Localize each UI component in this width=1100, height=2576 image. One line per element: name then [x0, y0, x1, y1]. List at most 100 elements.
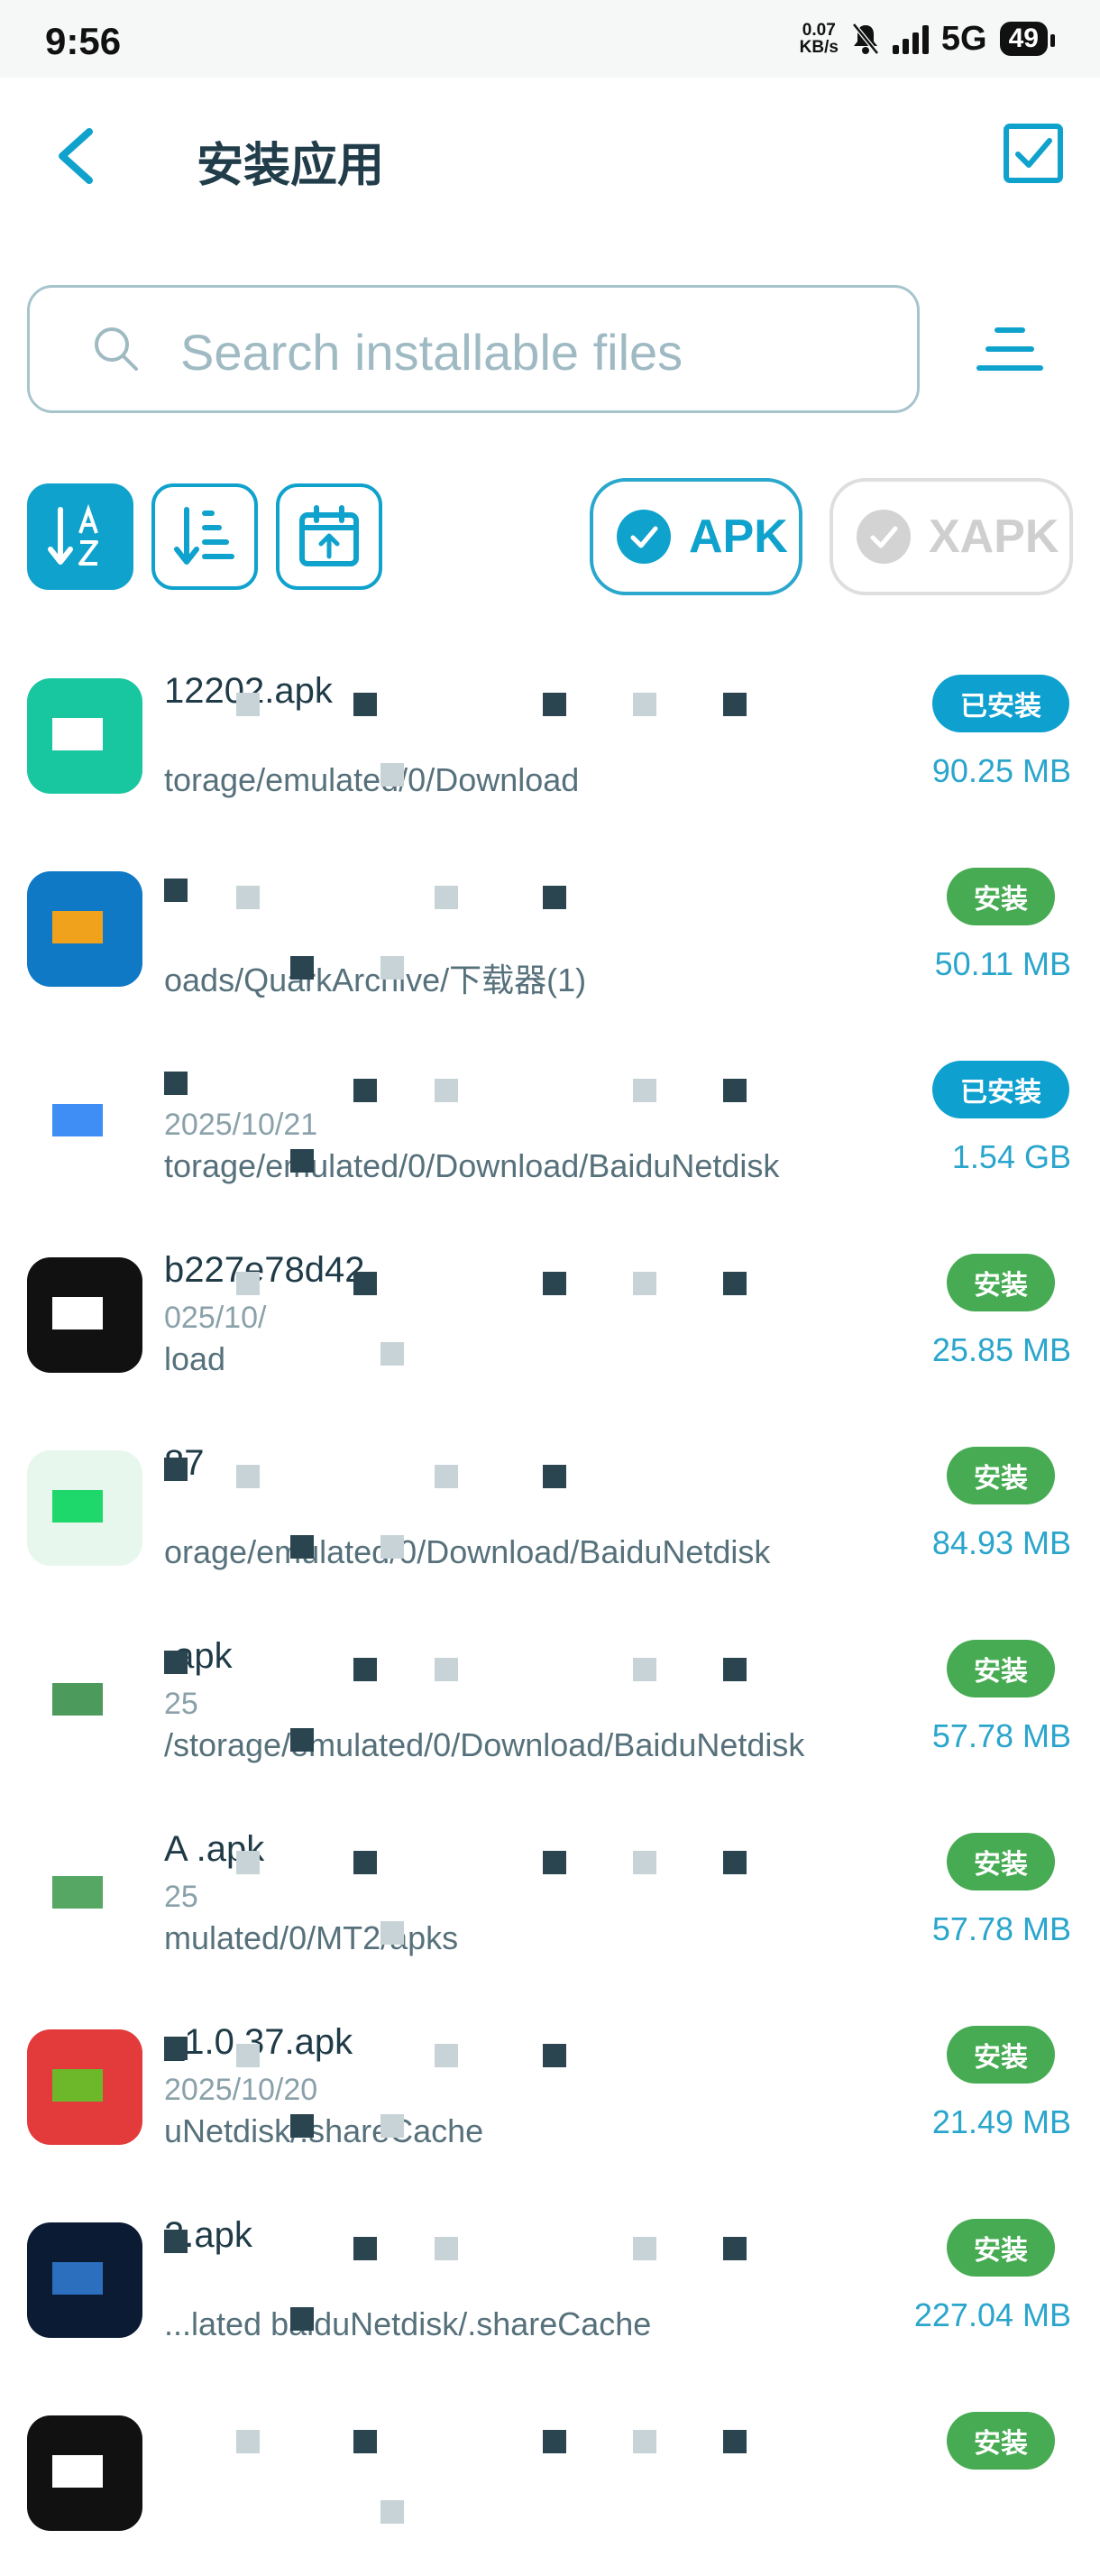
app-icon-accent [52, 1876, 103, 1909]
file-list-item[interactable]: 2025/10/21 torage/emulated/0/Download/Bai… [0, 1032, 1100, 1225]
sort-by-size-button[interactable] [151, 483, 258, 590]
sort-by-date-button[interactable] [276, 483, 382, 590]
install-button[interactable]: 安装 [947, 1254, 1055, 1311]
redaction-mosaic [290, 2307, 314, 2331]
file-path: load [164, 1340, 226, 1377]
file-name: .apk [164, 1636, 233, 1676]
redaction-mosaic [723, 1272, 747, 1295]
file-name: b227e78d42 [164, 1250, 365, 1290]
search-input[interactable] [179, 315, 885, 389]
file-path: ...lated baiduNetdisk/.shareCache [164, 2305, 652, 2342]
install-button[interactable]: 安装 [947, 1833, 1055, 1891]
redaction-mosaic [633, 1851, 656, 1874]
file-path: uNetdisk/.shareCache [164, 2112, 484, 2149]
redaction-mosaic [435, 2044, 458, 2067]
apk-filter-toggle[interactable]: APK [590, 478, 802, 595]
redaction-mosaic [435, 2237, 458, 2260]
filter-icon[interactable] [976, 317, 1044, 381]
file-list-item[interactable]: b227e78d42 025/10/load 安装 25.85 MB [0, 1225, 1100, 1418]
file-list-item[interactable]: A .apk 25 mulated/0/MT2/apks 安装 57.78 MB [0, 1804, 1100, 1997]
install-button[interactable]: 安装 [947, 868, 1055, 925]
redaction-mosaic [236, 1851, 260, 1874]
app-icon [27, 2029, 142, 2145]
file-list-item[interactable]: oads/QuarkArchive/下载器(1) 安装 50.11 MB [0, 839, 1100, 1032]
file-size: 57.78 MB [931, 1717, 1071, 1754]
file-list-item[interactable]: 87 orage/emulated/0/Download/BaiduNetdisk… [0, 1418, 1100, 1611]
app-icon [27, 1643, 142, 1759]
app-icon-accent [52, 2262, 103, 2295]
redaction-mosaic [543, 693, 566, 716]
redaction-mosaic [164, 2230, 188, 2253]
signal-icon [892, 23, 929, 54]
file-list-item[interactable]: .apk 25/storage/emulated/0/Download/Baidu… [0, 1611, 1100, 1804]
redaction-mosaic [236, 2044, 260, 2067]
file-list-item[interactable]: 安装 [0, 2383, 1100, 2576]
redaction-mosaic [723, 1658, 747, 1681]
install-button[interactable]: 安装 [947, 1640, 1055, 1697]
file-list-item[interactable]: 12202.apk torage/emulated/0/Download 已安装 90… [0, 646, 1100, 839]
redaction-mosaic [543, 1272, 566, 1295]
app-icon-accent [52, 1297, 103, 1329]
redaction-mosaic [164, 1072, 188, 1095]
file-path: torage/emulated/0/Download [164, 761, 580, 798]
redaction-mosaic [633, 2237, 656, 2260]
file-date: 25 [164, 1880, 198, 1914]
redaction-mosaic [543, 886, 566, 909]
redaction-mosaic [543, 1465, 566, 1488]
sort-size-icon [174, 507, 234, 565]
redaction-mosaic [164, 1458, 188, 1481]
file-date: 2025/10/21 [164, 1108, 318, 1142]
file-list-item[interactable]: 2.apk ...lated baiduNetdisk/.shareCache 安装… [0, 2190, 1100, 2383]
app-icon [27, 1836, 142, 1952]
redaction-mosaic [380, 1535, 404, 1559]
file-size: 1.54 GB [951, 1138, 1071, 1175]
check-circle-icon [857, 510, 911, 564]
app-icon [27, 1257, 142, 1373]
sort-by-name-button[interactable] [27, 483, 133, 590]
install-button[interactable]: 安装 [947, 2026, 1055, 2084]
install-button[interactable]: 安装 [947, 2219, 1055, 2277]
redaction-mosaic [290, 2114, 314, 2138]
back-arrow-icon[interactable] [50, 124, 104, 188]
file-path: oads/QuarkArchive/下载器(1) [164, 961, 587, 998]
status-bar: 9:56 0.07 KB/s 5G 49 [0, 0, 1100, 78]
file-size: 90.25 MB [931, 752, 1071, 789]
redaction-mosaic [380, 956, 404, 980]
select-all-checkbox-icon[interactable] [1003, 123, 1064, 184]
redaction-mosaic [543, 2044, 566, 2067]
redaction-mosaic [435, 1658, 458, 1681]
redaction-mosaic [435, 1079, 458, 1102]
redaction-mosaic [723, 2237, 747, 2260]
app-icon-accent [52, 1490, 103, 1523]
file-size: 25.85 MB [931, 1331, 1071, 1368]
redaction-mosaic [380, 2114, 404, 2138]
file-path: orage/emulated/0/Download/BaiduNetdisk [164, 1533, 771, 1570]
redaction-mosaic [353, 1658, 377, 1681]
file-date: 025/10/ [164, 1301, 267, 1335]
redaction-mosaic [543, 2430, 566, 2453]
battery-indicator: 49 [999, 22, 1056, 56]
redaction-mosaic [236, 693, 260, 716]
file-size: 227.04 MB [913, 2296, 1071, 2333]
file-name: 12202.apk [164, 671, 333, 711]
redaction-mosaic [353, 1272, 377, 1295]
install-button[interactable]: 安装 [947, 2412, 1055, 2470]
network-type: 5G [940, 19, 987, 58]
xapk-filter-toggle[interactable]: XAPK [830, 478, 1073, 595]
sort-az-icon [48, 503, 98, 566]
app-icon-accent [52, 911, 103, 943]
file-date: 2025/10/20 [164, 2073, 318, 2107]
redaction-mosaic [723, 2430, 747, 2453]
file-list-item[interactable]: _1.0.37.apk 2025/10/20 uNetdisk/.shareCach… [0, 1997, 1100, 2190]
installed-badge[interactable]: 已安装 [932, 1061, 1069, 1118]
app-icon [27, 2222, 142, 2338]
redaction-mosaic [380, 2500, 404, 2524]
redaction-mosaic [633, 2430, 656, 2453]
search-box [27, 285, 920, 413]
redaction-mosaic [723, 1079, 747, 1102]
redaction-mosaic [353, 1079, 377, 1102]
install-button[interactable]: 安装 [947, 1447, 1055, 1504]
installed-badge[interactable]: 已安装 [932, 675, 1069, 732]
file-name: _1.0.37.apk [164, 2022, 353, 2062]
redaction-mosaic [236, 2430, 260, 2453]
